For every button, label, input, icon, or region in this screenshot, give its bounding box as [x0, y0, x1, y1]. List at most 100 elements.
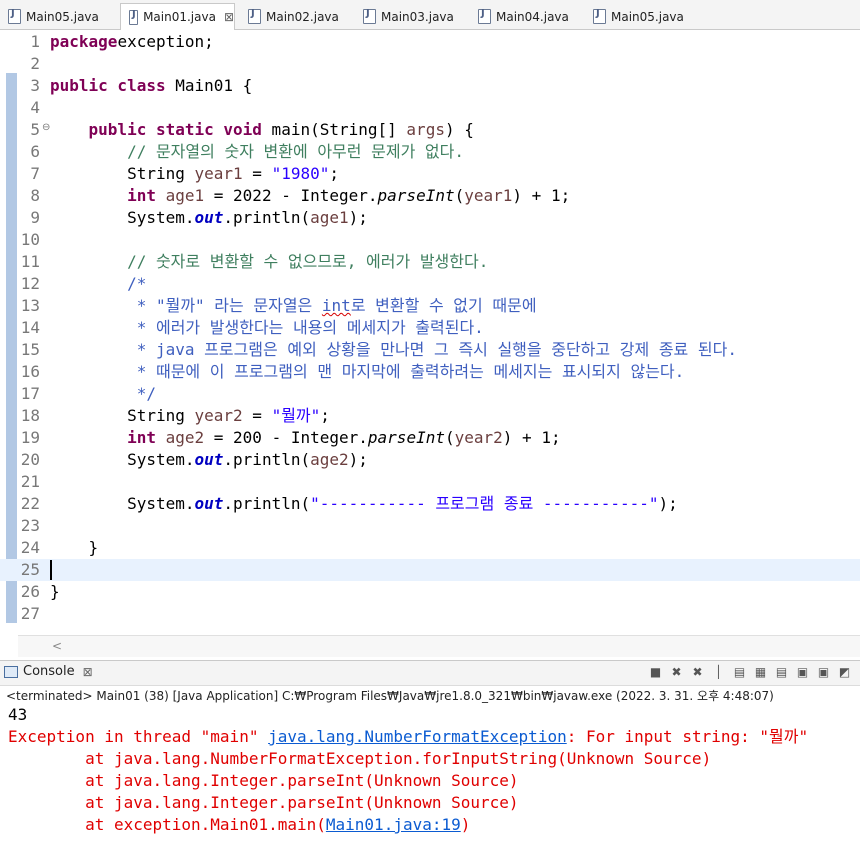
code-line[interactable]: 9 System.out.println(age1); [0, 207, 860, 229]
code-line[interactable]: 18 String year2 = "뭘까"; [0, 405, 860, 427]
editor-tab[interactable]: Main01.java ⊠ [120, 3, 235, 30]
code-line[interactable]: 19 int age2 = 200 - Integer.parseInt(yea… [0, 427, 860, 449]
code-text: */ [50, 383, 156, 405]
code-token: parseInt [377, 186, 455, 205]
remove-all-icon[interactable]: ✖ [690, 665, 705, 680]
code-token: age2 [310, 450, 349, 469]
editor-tab[interactable]: Main03.java [355, 4, 465, 29]
code-token: } [50, 582, 60, 601]
code-line[interactable]: 7 String year1 = "1980"; [0, 163, 860, 185]
code-text: * java 프로그램은 예외 상황을 만나면 그 즉시 실행을 중단하고 강제… [50, 339, 737, 361]
terminate-icon[interactable]: ■ [648, 665, 663, 680]
pin-icon[interactable]: ▣ [795, 665, 810, 680]
editor-tab[interactable]: Main05.java [585, 4, 695, 29]
code-token: out [194, 208, 224, 227]
remove-launch-icon[interactable]: ✖ [669, 665, 684, 680]
console-close-icon[interactable]: ⊠ [83, 665, 93, 679]
line-number: 7 [30, 164, 40, 183]
code-line[interactable]: 26} [0, 581, 860, 603]
stack-trace-line: at java.lang.Integer.parseInt(Unknown So… [8, 771, 519, 790]
code-token: ( [444, 428, 455, 447]
console-error-line: Exception in thread "main" java.lang.Num… [8, 726, 858, 748]
code-text: // 문자열의 숫자 변환에 아무런 문제가 없다. [50, 141, 464, 163]
code-token: ); [348, 208, 368, 227]
line-number: 25 [20, 560, 40, 579]
code-line[interactable]: 23 [0, 515, 860, 537]
line-number: 11 [20, 252, 40, 271]
code-token: = 200 - Integer. [204, 428, 368, 447]
code-line[interactable]: 13 * "뭘까" 라는 문자열은 int로 변환할 수 없기 때문에 [0, 295, 860, 317]
line-number: 6 [30, 142, 40, 161]
code-line[interactable]: 27 [0, 603, 860, 625]
console-tab[interactable]: Console ⊠ [4, 664, 93, 679]
display-console-icon[interactable]: ▣ [816, 665, 831, 680]
stack-trace-line: at java.lang.Integer.parseInt(Unknown So… [8, 793, 519, 812]
editor-tab[interactable]: Main02.java [240, 4, 350, 29]
code-token: args [406, 120, 445, 139]
code-token: * java 프로그램은 예외 상황을 만나면 그 즉시 실행을 중단하고 강제… [136, 340, 737, 359]
stack-trace-suffix: ) [460, 815, 471, 834]
exception-link[interactable]: java.lang.NumberFormatException [268, 727, 567, 746]
code-line[interactable]: 10 [0, 229, 860, 251]
editor-tab[interactable]: Main04.java [470, 4, 580, 29]
code-text: System.out.println(age1); [50, 207, 368, 229]
line-number: 2 [30, 54, 40, 73]
show-stdout-icon[interactable]: ▦ [753, 665, 768, 680]
editor-tab[interactable]: Main05.java [0, 4, 118, 29]
code-line[interactable]: 25 [0, 559, 860, 581]
code-line[interactable]: 14 * 에러가 발생한다는 내용의 메세지가 출력된다. [0, 317, 860, 339]
scroll-lock-icon[interactable]: │ [711, 665, 726, 680]
code-line[interactable]: 12 /* [0, 273, 860, 295]
code-line[interactable]: 1 packageexception; [0, 31, 860, 53]
line-number: 17 [20, 384, 40, 403]
code-text: int age2 = 200 - Integer.parseInt(year2)… [50, 427, 561, 449]
code-line[interactable]: 17 */ [0, 383, 860, 405]
code-text: int age1 = 2022 - Integer.parseInt(year1… [50, 185, 570, 207]
code-line[interactable]: 2 [0, 53, 860, 75]
line-number: 10 [20, 230, 40, 249]
code-text: * 때문에 이 프로그램의 맨 마지막에 출력하려는 메세지는 표시되지 않는다… [50, 361, 685, 383]
code-line[interactable]: 11 // 숫자로 변환할 수 없으므로, 에러가 발생한다. [0, 251, 860, 273]
code-line[interactable]: 16 * 때문에 이 프로그램의 맨 마지막에 출력하려는 메세지는 표시되지 … [0, 361, 860, 383]
code-line[interactable]: 24 } [0, 537, 860, 559]
line-number: 19 [20, 428, 40, 447]
code-token: public class [50, 76, 166, 95]
code-text: public static void main(String[] args) { [50, 119, 474, 141]
code-line[interactable]: 20 System.out.println(age2); [0, 449, 860, 471]
code-token: */ [136, 384, 156, 403]
code-line[interactable]: 5 ⊖ public static void main(String[] args… [0, 119, 860, 141]
code-token: ; [320, 406, 330, 425]
code-line[interactable]: 4 [0, 97, 860, 119]
code-line[interactable]: 6 // 문자열의 숫자 변환에 아무런 문제가 없다. [0, 141, 860, 163]
editor-tab-label: Main05.java [26, 9, 99, 24]
code-line[interactable]: 15 * java 프로그램은 예외 상황을 만나면 그 즉시 실행을 중단하고… [0, 339, 860, 361]
code-line[interactable]: 8 int age1 = 2022 - Integer.parseInt(yea… [0, 185, 860, 207]
code-text: packageexception; [50, 31, 214, 53]
code-line[interactable]: 3 public class Main01 { [0, 75, 860, 97]
code-editor[interactable]: 1 packageexception; 2 3 public class Main01 … [0, 31, 860, 657]
line-number: 21 [20, 472, 40, 491]
stack-trace-line: at java.lang.NumberFormatException.forIn… [8, 749, 712, 768]
code-token: = [242, 164, 272, 183]
code-line[interactable]: 22 System.out.println("----------- 프로그램 … [0, 493, 860, 515]
error-prefix: Exception in thread "main" [8, 727, 269, 746]
code-token: parseInt [367, 428, 445, 447]
error-suffix: : For input string: "뭘까" [566, 727, 809, 746]
word-wrap-icon[interactable]: ▤ [732, 665, 747, 680]
scroll-left-arrow-icon[interactable]: < [52, 639, 62, 653]
code-token: exception; [117, 32, 214, 51]
code-line[interactable]: 21 [0, 471, 860, 493]
code-text: } [50, 537, 99, 559]
source-link[interactable]: Main01.java:19 [326, 815, 461, 834]
java-file-icon [8, 8, 21, 24]
horizontal-scrollbar[interactable]: < [18, 635, 860, 657]
tab-close-icon[interactable]: ⊠ [224, 10, 234, 24]
open-console-icon[interactable]: ◩ [837, 665, 852, 680]
show-stderr-icon[interactable]: ▤ [774, 665, 789, 680]
